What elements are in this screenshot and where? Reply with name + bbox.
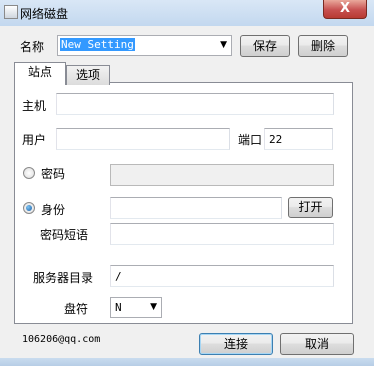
host-label: 主机 — [22, 99, 47, 113]
profile-select[interactable]: New Setting ▼ — [57, 35, 232, 56]
chevron-down-icon[interactable]: ▼ — [150, 302, 157, 312]
open-identity-button[interactable]: 打开 — [288, 197, 333, 218]
passphrase-label: 密码短语 — [40, 228, 89, 242]
close-button[interactable]: X — [323, 0, 367, 19]
passphrase-input[interactable] — [110, 223, 334, 245]
user-input[interactable] — [56, 128, 230, 150]
app-icon — [4, 5, 18, 19]
password-input[interactable] — [110, 164, 334, 186]
server-dir-input[interactable] — [110, 265, 334, 287]
save-button[interactable]: 保存 — [240, 35, 290, 57]
radio-selected-dot — [26, 205, 32, 211]
identity-label: 身份 — [41, 203, 66, 217]
delete-button[interactable]: 删除 — [298, 35, 348, 57]
cancel-button[interactable]: 取消 — [280, 333, 354, 355]
profile-select-value: New Setting — [60, 38, 135, 51]
identity-radio[interactable] — [23, 202, 35, 214]
drive-select-value: N — [115, 301, 122, 314]
drive-label: 盘符 — [64, 302, 89, 316]
user-label: 用户 — [22, 133, 47, 147]
host-input[interactable] — [56, 93, 334, 115]
drive-select[interactable]: N ▼ — [110, 297, 162, 318]
server-dir-label: 服务器目录 — [33, 271, 94, 285]
password-label: 密码 — [41, 167, 66, 181]
identity-input[interactable] — [110, 197, 282, 219]
port-input[interactable] — [264, 128, 333, 150]
window-title: 网络磁盘 — [20, 7, 69, 21]
port-label: 端口 — [238, 133, 263, 147]
contact-email: 106206@qq.com — [22, 334, 101, 345]
tab-options[interactable]: 选项 — [66, 65, 110, 85]
password-radio[interactable] — [23, 167, 35, 179]
tab-site[interactable]: 站点 — [14, 62, 66, 85]
window-bottom-border — [0, 358, 374, 366]
connect-button[interactable]: 连接 — [199, 333, 273, 355]
profile-name-label: 名称 — [20, 40, 45, 54]
chevron-down-icon[interactable]: ▼ — [220, 40, 227, 50]
